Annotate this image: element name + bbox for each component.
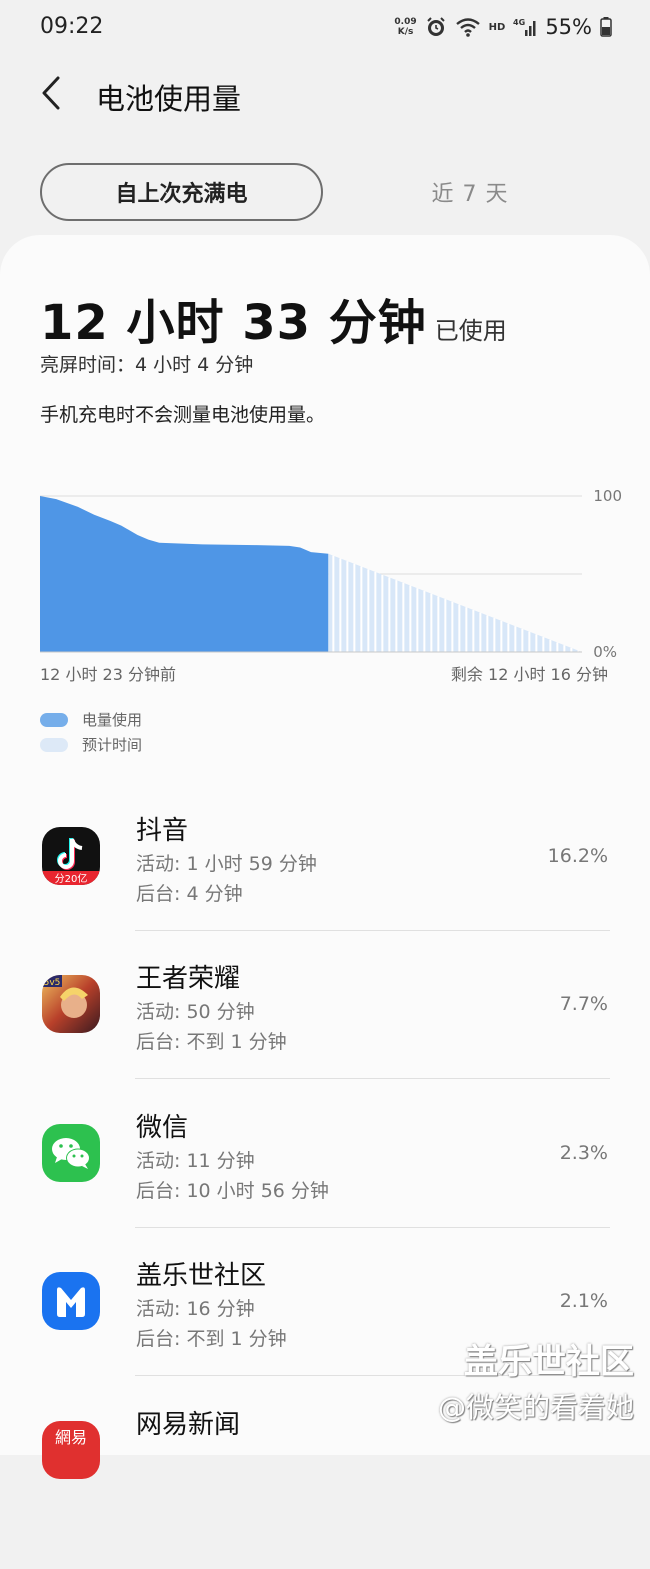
legend-estimate-swatch xyxy=(40,737,68,752)
app-name: 盖乐世社区 xyxy=(136,1261,267,1291)
chart-x-end-label: 剩余 12 小时 16 分钟 xyxy=(450,665,608,684)
alarm-icon xyxy=(425,16,447,38)
foreground-time: 活动: 50 分钟 xyxy=(136,1001,255,1023)
background-time: 后台: 10 小时 56 分钟 xyxy=(136,1180,329,1202)
background-time: 后台: 不到 1 分钟 xyxy=(136,1031,287,1053)
usage-summary: 12 小时 33 分钟 已使用 xyxy=(40,283,507,353)
divider xyxy=(135,1227,610,1228)
wechat-app-icon xyxy=(42,1124,100,1182)
back-button[interactable] xyxy=(36,74,76,114)
chart-x-start-label: 12 小时 23 分钟前 xyxy=(40,665,176,684)
signal-icon: 4G xyxy=(513,16,537,38)
usage-percent: 2.3% xyxy=(559,1142,608,1164)
list-item-netease-news[interactable]: 網易 网易新闻 xyxy=(0,1410,650,1569)
usage-suffix: 已使用 xyxy=(434,317,507,345)
chevron-left-icon xyxy=(42,76,60,110)
status-time: 09:22 xyxy=(40,14,104,39)
legend-estimate-label: 预计时间 xyxy=(82,736,143,754)
honor-of-kings-app-icon: 5v5 xyxy=(42,975,100,1033)
background-time: 后台: 不到 1 分钟 xyxy=(136,1328,287,1350)
divider xyxy=(135,930,610,931)
charging-note: 手机充电时不会测量电池使用量。 xyxy=(40,404,326,426)
net-speed-value: 0.09 xyxy=(394,17,417,27)
douyin-app-icon: 分20亿 xyxy=(42,827,100,885)
honor-of-kings-icon-text: 5v5 xyxy=(44,978,61,988)
net-speed-unit: K/s xyxy=(397,27,414,37)
netease-news-app-icon: 網易 xyxy=(42,1421,100,1479)
samsung-members-app-icon xyxy=(42,1272,100,1330)
list-item-douyin[interactable]: 分20亿 抖音 活动: 1 小时 59 分钟 后台: 4 分钟 16.2% xyxy=(0,816,650,975)
watermark-author: @微笑的看着她 xyxy=(437,1391,634,1424)
foreground-time: 活动: 16 分钟 xyxy=(136,1298,255,1320)
hd-label: HD xyxy=(488,21,506,33)
foreground-time: 活动: 1 小时 59 分钟 xyxy=(136,853,317,875)
list-item-wechat[interactable]: 微信 活动: 11 分钟 后台: 10 小时 56 分钟 2.3% xyxy=(0,1113,650,1272)
tab-last-7-days[interactable]: 近 7 天 xyxy=(330,163,610,221)
legend-usage-label: 电量使用 xyxy=(82,711,143,729)
y-tick-label-top: 100 xyxy=(593,487,622,505)
app-name: 王者荣耀 xyxy=(136,964,241,994)
status-bar: 09:22 0.09 K/s HD 4G 55% xyxy=(0,0,650,56)
page-title: 电池使用量 xyxy=(96,82,242,116)
series-usage-area xyxy=(40,496,329,652)
usage-time: 12 小时 33 分钟 xyxy=(40,295,427,351)
divider xyxy=(135,1078,610,1079)
legend-estimate: 预计时间 xyxy=(40,734,142,755)
usage-percent: 16.2% xyxy=(547,845,608,867)
app-header: 电池使用量 xyxy=(0,64,650,128)
usage-percent: 2.1% xyxy=(559,1290,608,1312)
app-name: 微信 xyxy=(136,1113,189,1143)
battery-icon xyxy=(600,16,612,38)
net-speed: 0.09 K/s xyxy=(394,17,416,37)
screen-on-time: 亮屏时间：4 小时 4 分钟 xyxy=(40,354,254,376)
usage-percent: 7.7% xyxy=(559,993,608,1015)
network-type-label: 4G xyxy=(513,18,525,27)
battery-chart: 100 0% xyxy=(40,487,622,660)
background-time: 后台: 4 分钟 xyxy=(136,883,243,905)
app-name: 网易新闻 xyxy=(136,1410,241,1440)
list-item-honor-of-kings[interactable]: 5v5 王者荣耀 活动: 50 分钟 后台: 不到 1 分钟 7.7% xyxy=(0,964,650,1123)
legend-usage: 电量使用 xyxy=(40,709,142,730)
legend-usage-swatch xyxy=(40,712,68,727)
y-tick-label-bottom: 0% xyxy=(593,643,617,660)
netease-icon-text: 網易 xyxy=(55,1428,87,1447)
status-icons: 0.09 K/s HD 4G 55% xyxy=(394,12,612,42)
douyin-icon-text: 分20亿 xyxy=(55,872,88,885)
wifi-icon xyxy=(455,16,481,38)
tab-since-last-full-charge[interactable]: 自上次充满电 xyxy=(40,163,323,221)
battery-percent: 55% xyxy=(545,15,592,39)
watermark-community: 盖乐世社区 xyxy=(464,1342,634,1382)
app-name: 抖音 xyxy=(136,816,189,846)
foreground-time: 活动: 11 分钟 xyxy=(136,1150,255,1172)
